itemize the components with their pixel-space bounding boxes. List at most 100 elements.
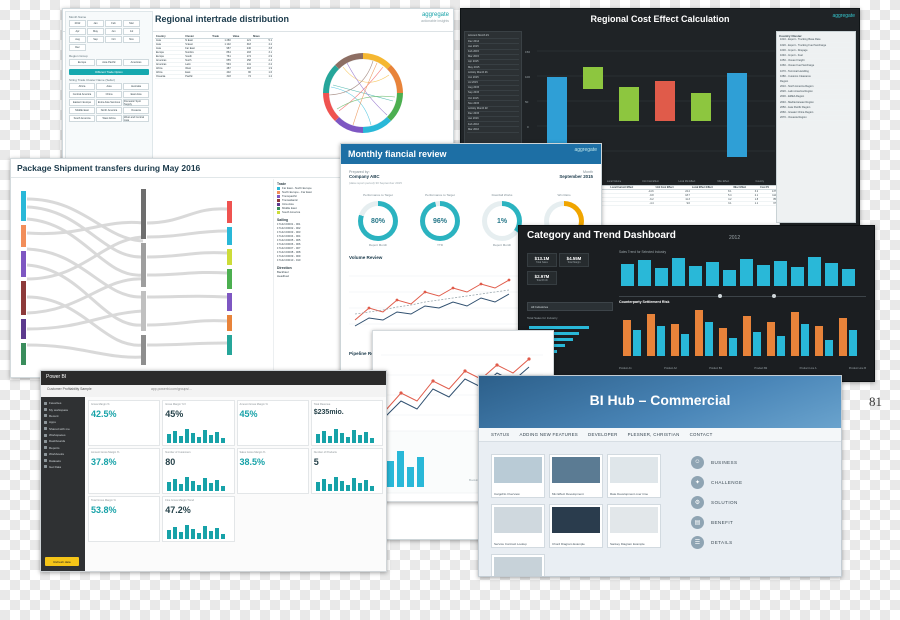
powerbi-kpi-card-3[interactable]: Total Revenue $235mio. xyxy=(310,400,383,446)
powerbi-kpi-card-4[interactable]: Amount Gross Margin % 37.8% xyxy=(88,448,161,494)
bi-hub-tile-1[interactable]: Mix Effect Development xyxy=(549,454,603,498)
country-cluster-item-15[interactable]: 2070 - Oceania Region xyxy=(779,116,853,121)
card-package-shipment[interactable]: Package Shipment transfers during May 20… xyxy=(10,158,374,378)
cluster-chip-10[interactable]: North America xyxy=(96,107,122,114)
powerbi-nav-label: Favorites xyxy=(49,401,62,406)
month-chip-5[interactable]: May xyxy=(87,28,104,35)
kpi-value: 1% xyxy=(487,206,517,236)
month-chip-8[interactable]: Aug xyxy=(69,36,86,43)
region-group-chips[interactable]: Europe Asia Pacific Americas xyxy=(69,59,149,66)
refresh-data-button[interactable]: Refresh data xyxy=(45,557,79,566)
month-chip-7[interactable]: Jul xyxy=(123,28,140,35)
nav-item-icon xyxy=(44,420,47,424)
bi-hub-nav-4[interactable]: CONTACT xyxy=(690,432,713,437)
card-category-trend[interactable]: Category and Trend Dashboard 2012 $13.1M… xyxy=(518,225,875,382)
powerbi-kpi-card-1[interactable]: Gross Margin YoY 45% xyxy=(162,400,235,446)
report-date-note: (data report period) 30 September 2015 xyxy=(349,181,402,185)
bi-hub-nav-2[interactable]: DEVELOPER xyxy=(588,432,618,437)
region-group-chip-0[interactable]: Europe xyxy=(69,59,95,66)
powerbi-url[interactable]: app.powerbi.com/groups/... xyxy=(151,387,192,391)
bi-hub-navbar[interactable]: STATUS ADDING NEW FEATURES DEVELOPER PLESNE… xyxy=(479,428,841,442)
cluster-chip-9[interactable]: Middle East xyxy=(69,107,95,114)
month-chip-9[interactable]: Sep xyxy=(87,36,104,43)
bi-hub-tile-5[interactable]: Sankey Diagram Example xyxy=(607,504,661,548)
nav-item-icon xyxy=(44,414,47,418)
powerbi-kpi-card-7[interactable]: Number of Products 5 xyxy=(310,448,383,494)
kpi-label: Downfall Works xyxy=(491,193,513,197)
bi-hub-link-0[interactable]: ☺ BUSINESS xyxy=(691,452,831,472)
bi-hub-link-3[interactable]: ▤ BENEFIT xyxy=(691,512,831,532)
month-chip-1[interactable]: Jan xyxy=(87,20,104,27)
bi-hub-nav-3[interactable]: PLESNER, CHRISTIAN xyxy=(628,432,680,437)
cluster-chip-1[interactable]: Asia xyxy=(96,83,122,90)
bi-hub-nav-0[interactable]: STATUS xyxy=(491,432,509,437)
cluster-chip-2[interactable]: Australia xyxy=(123,83,149,90)
powerbi-kpi-card-5[interactable]: Number of Customers 80 xyxy=(162,448,235,494)
bi-hub-tile-4[interactable]: Chord Diagram Example xyxy=(549,504,603,548)
industry-select[interactable]: All Industries xyxy=(527,302,613,311)
card-bi-hub[interactable]: BI Hub – Commercial STATUS ADDING NEW FEA… xyxy=(478,375,842,577)
bi-hub-tile-2[interactable]: Rate Development over time xyxy=(607,454,661,498)
month-chip-4[interactable]: Apr xyxy=(69,28,86,35)
month-chip-2[interactable]: Feb xyxy=(105,20,122,27)
cluster-chip-6[interactable]: Eastern Europe xyxy=(69,99,95,106)
cluster-chip-8[interactable]: Domestic Spot Supply xyxy=(123,99,149,106)
nav-item-icon xyxy=(44,408,47,412)
cluster-chip-0[interactable]: Africa xyxy=(69,83,95,90)
month-chip-3[interactable]: Mar xyxy=(123,20,140,27)
month-chip-6[interactable]: Jun xyxy=(105,28,122,35)
cluster-chip-12[interactable]: South America xyxy=(69,115,95,122)
settlement-risk-svg xyxy=(623,310,857,356)
cluster-chip-3[interactable]: Central America xyxy=(69,91,95,98)
bi-hub-tile-3[interactable]: Service Contract Lookup xyxy=(491,504,545,548)
bi-hub-link-label: BENEFIT xyxy=(711,519,734,525)
month-chip-0[interactable]: 2012 xyxy=(69,20,86,27)
powerbi-nav-10[interactable]: Get Data xyxy=(43,464,83,470)
bi-hub-link-1[interactable]: ✦ CHALLENGE xyxy=(691,472,831,492)
card-powerbi-app[interactable]: Power BI Customer Profitability Sample a… xyxy=(40,370,387,572)
bi-hub-nav-1[interactable]: ADDING NEW FEATURES xyxy=(519,432,578,437)
slider-handle-right[interactable] xyxy=(772,294,777,298)
product-label-0: Product A1 xyxy=(619,367,632,370)
tile-thumbnail xyxy=(552,457,600,483)
powerbi-kpi-card-6[interactable]: Sales Gross Margin % 38.5% xyxy=(236,448,309,494)
country-cluster-panel[interactable]: Country Cluster 1010 - Export - Trucking… xyxy=(776,31,856,223)
month-chip-10[interactable]: Oct xyxy=(105,36,122,43)
different-trade-option-button[interactable]: Different Trade Option xyxy=(69,69,149,75)
bi-hub-tiles[interactable]: CargoFlo Overview Mix Effect Development R… xyxy=(491,454,676,576)
period-filter-item-18[interactable]: Mar 2016 xyxy=(467,127,519,133)
bi-hub-tile-6[interactable]: Masterdata Limiting factor xyxy=(491,554,545,576)
tile-caption: Sankey Diagram Example xyxy=(610,541,645,546)
bi-hub-tile-0[interactable]: CargoFlo Overview xyxy=(491,454,545,498)
cluster-chip-11[interactable]: Oceania xyxy=(123,107,149,114)
region-group-chip-1[interactable]: Asia Pacific xyxy=(96,59,122,66)
cluster-chip-14[interactable]: West and Central Asia xyxy=(123,115,149,122)
month-chip-11[interactable]: Nov xyxy=(123,36,140,43)
bi-hub-links[interactable]: ☺ BUSINESS ✦ CHALLENGE ⚙ SOLUTION ▤ BENEFIT ☰ DET… xyxy=(691,452,831,552)
country-cluster-list[interactable]: 1010 - Export - Trucking Base Rate 1020 -… xyxy=(779,38,853,121)
intertrade-table-cell: 74 xyxy=(231,74,252,79)
powerbi-nav-list[interactable]: Favorites My workspace Recent Apps Shared wi… xyxy=(41,397,85,473)
bi-hub-link-2[interactable]: ⚙ SOLUTION xyxy=(691,492,831,512)
powerbi-sidebar[interactable]: Favorites My workspace Recent Apps Shared wi… xyxy=(41,397,85,571)
month-chip-12[interactable]: Dec xyxy=(69,44,86,51)
timeline-slider[interactable] xyxy=(619,294,866,298)
period-filter-list[interactable]: Account Month #1 Dec 2014 Jan 2015 Feb 2015… xyxy=(465,32,521,135)
month-chip-grid[interactable]: 2012 Jan Feb Mar Apr May Jun Jul Aug Sep Oct Nov Dec xyxy=(69,20,149,51)
cluster-chip-13[interactable]: West Africa xyxy=(96,115,122,122)
cluster-chip-grid[interactable]: Africa Asia Australia Central America China E… xyxy=(69,83,149,122)
powerbi-kpi-label: Total Revenue xyxy=(313,403,331,406)
category-kpi-label: Total Profit xyxy=(536,279,548,282)
cluster-chip-7[interactable]: Extra Asia Services xyxy=(96,99,122,106)
powerbi-kpi-card-0[interactable]: Gross Margin % 42.5% xyxy=(88,400,161,446)
powerbi-kpi-label: Gross Margin % xyxy=(91,403,110,406)
powerbi-kpi-card-2[interactable]: Amount Gross Margin % 45% xyxy=(236,400,309,446)
region-group-chip-2[interactable]: Americas xyxy=(123,59,149,66)
filter-panel[interactable]: Month Name 2012 Jan Feb Mar Apr May Jun Jul Aug S… xyxy=(65,11,153,173)
slider-handle-left[interactable] xyxy=(717,294,722,298)
powerbi-kpi-card-9[interactable]: Fine Gross Margin Trend 47.2% xyxy=(162,496,235,542)
cluster-chip-4[interactable]: China xyxy=(96,91,122,98)
powerbi-kpi-card-8[interactable]: Total Gross Margin % 53.8% xyxy=(88,496,161,542)
bi-hub-link-4[interactable]: ☰ DETAILS xyxy=(691,532,831,552)
cluster-chip-5[interactable]: East Asia xyxy=(123,91,149,98)
